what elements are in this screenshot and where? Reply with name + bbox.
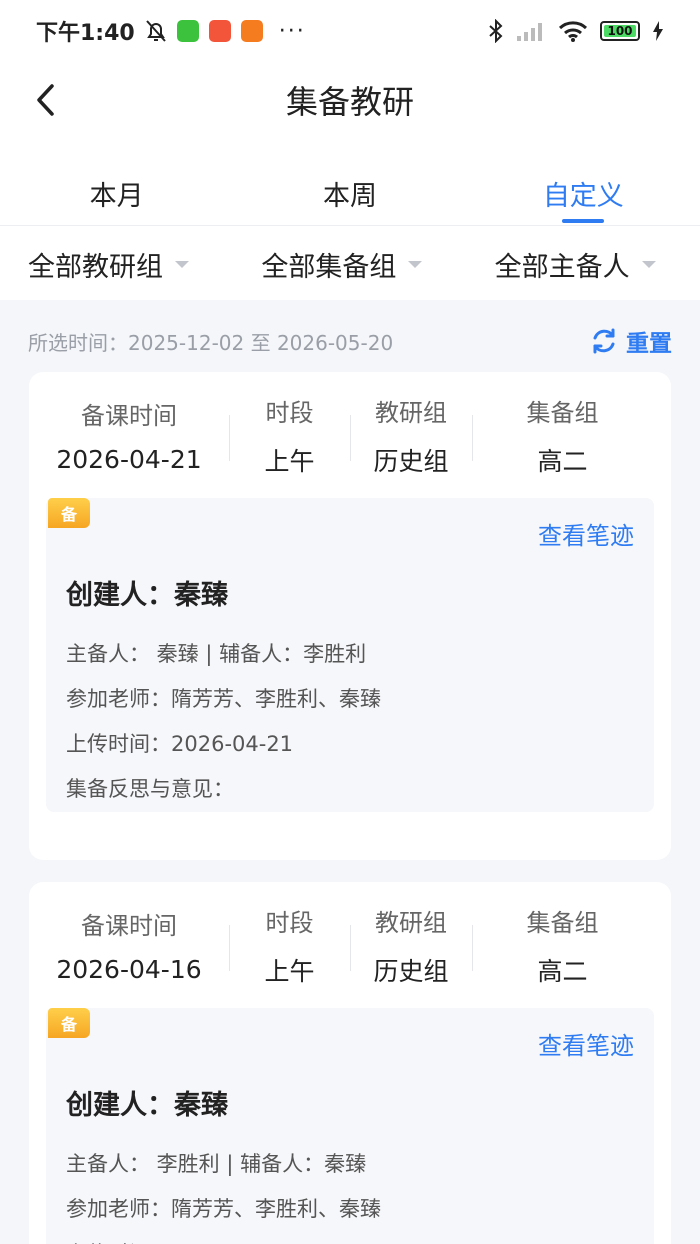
stat-label: 备课时间	[81, 402, 177, 430]
prep-badge: 备	[48, 498, 90, 528]
creator: 创建人：秦臻	[66, 1090, 228, 1121]
stat-group: 教研组 历史组	[350, 393, 472, 478]
stat-value: 高二	[537, 956, 588, 986]
stat-value: 上午	[264, 446, 315, 476]
stat-prep-group: 集备组 高二	[472, 903, 653, 988]
stat-period: 时段 上午	[229, 393, 350, 478]
filter-label: 全部主备人	[494, 251, 630, 283]
battery-icon: 100	[600, 21, 640, 41]
wifi-icon	[558, 21, 588, 42]
stat-prep-time: 备课时间 2026-04-21	[29, 396, 229, 474]
stat-label: 时段	[265, 398, 314, 427]
stat-prep-time: 备课时间 2026-04-16	[29, 906, 229, 984]
stat-label: 备课时间	[81, 912, 177, 940]
filter-label: 全部集备组	[261, 251, 397, 283]
view-handwriting-link[interactable]: 查看笔迹	[66, 516, 634, 551]
stat-value: 高二	[537, 446, 588, 476]
filter-bar: 全部教研组 全部集备组 全部主备人	[0, 228, 700, 300]
card-stats: 备课时间 2026-04-21 时段 上午 教研组 历史组 集备组 高二	[29, 372, 671, 498]
shopping-app-icon	[208, 20, 231, 42]
signal-icon	[517, 23, 542, 41]
status-time: 下午1:40	[36, 21, 135, 46]
prep-record-card[interactable]: 备课时间 2026-04-16 时段 上午 教研组 历史组 集备组 高二 备 查…	[29, 882, 671, 1244]
wechat-app-icon	[176, 20, 199, 42]
more-notifications: ···	[278, 18, 306, 44]
prep-badge: 备	[48, 1008, 90, 1038]
reset-label: 重置	[626, 331, 672, 357]
date-range-row: 所选时间：2025-12-02 至 2026-05-20 重置	[0, 318, 700, 364]
tab-this-week[interactable]: 本周	[233, 160, 466, 225]
reflection: 集备反思与意见：	[66, 776, 234, 801]
card-stats: 备课时间 2026-04-16 时段 上午 教研组 历史组 集备组 高二	[29, 882, 671, 1008]
creator: 创建人：秦臻	[66, 580, 228, 611]
card-detail: 备 查看笔迹 创建人：秦臻 主备人： 李胜利 | 辅备人：秦臻 参加老师：隋芳芳…	[46, 1008, 654, 1244]
filter-research-group[interactable]: 全部教研组	[0, 245, 233, 284]
stat-value: 2026-04-21	[56, 445, 202, 474]
stat-value: 上午	[264, 956, 315, 986]
filter-main-preparer[interactable]: 全部主备人	[467, 245, 700, 284]
stat-group: 教研组 历史组	[350, 903, 472, 988]
prep-record-card[interactable]: 备课时间 2026-04-21 时段 上午 教研组 历史组 集备组 高二 备 查…	[29, 372, 671, 860]
tab-custom[interactable]: 自定义	[467, 160, 700, 225]
stat-value: 2026-04-16	[56, 955, 202, 984]
stat-label: 时段	[265, 908, 314, 937]
filter-label: 全部教研组	[28, 251, 163, 283]
stat-value: 历史组	[373, 446, 449, 476]
nav-header: 集备教研	[0, 62, 700, 138]
dropdown-caret-icon	[641, 260, 656, 268]
period-tabs: 本月 本周 自定义	[0, 160, 700, 226]
stat-label: 教研组	[375, 908, 447, 937]
stat-label: 集备组	[526, 908, 599, 937]
page-title: 集备教研	[285, 83, 414, 121]
reset-button[interactable]: 重置	[590, 324, 672, 358]
dropdown-caret-icon	[408, 260, 423, 268]
filter-prep-group[interactable]: 全部集备组	[233, 245, 466, 284]
participating-teachers: 参加老师：隋芳芳、李胜利、秦臻	[66, 686, 381, 711]
mi-app-icon	[240, 20, 263, 42]
stat-period: 时段 上午	[229, 903, 350, 988]
mute-bell-icon	[145, 20, 166, 42]
card-detail: 备 查看笔迹 创建人：秦臻 主备人： 秦臻 | 辅备人：李胜利 参加老师：隋芳芳…	[46, 498, 654, 812]
back-arrow-icon[interactable]	[28, 80, 68, 120]
stat-prep-group: 集备组 高二	[472, 393, 653, 478]
stat-value: 历史组	[373, 956, 449, 986]
refresh-icon	[593, 328, 615, 354]
upload-time: 上传时间：2026-04-21	[66, 731, 294, 756]
charging-icon	[653, 21, 663, 41]
status-bar: 下午1:40 ··· 100	[0, 0, 700, 62]
dropdown-caret-icon	[175, 260, 189, 268]
stat-label: 集备组	[526, 398, 599, 427]
view-handwriting-link[interactable]: 查看笔迹	[66, 1026, 634, 1061]
stat-label: 教研组	[375, 398, 447, 427]
selected-range: 所选时间：2025-12-02 至 2026-05-20	[28, 330, 394, 355]
main-preparer: 主备人： 李胜利 | 辅备人：秦臻	[66, 1151, 367, 1176]
battery-level: 100	[607, 24, 633, 38]
main-preparer: 主备人： 秦臻 | 辅备人：李胜利	[66, 641, 367, 666]
tab-this-month[interactable]: 本月	[0, 160, 233, 225]
upload-time: 上传时间：2026-04-16	[66, 1230, 634, 1244]
participating-teachers: 参加老师：隋芳芳、李胜利、秦臻	[66, 1196, 381, 1221]
bluetooth-icon	[489, 19, 503, 43]
